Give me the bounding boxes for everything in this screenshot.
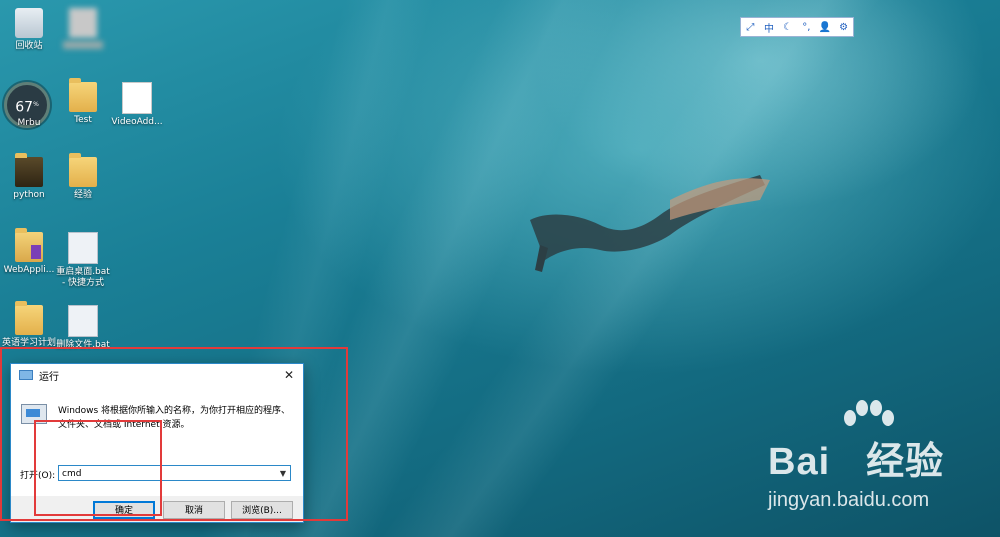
watermark-brand-cn: 经验 <box>866 441 945 483</box>
gear-icon[interactable]: ⚙ <box>837 22 851 33</box>
bat-file-icon <box>68 305 98 337</box>
desktop-icon-label <box>63 41 103 49</box>
chinese-mode-icon[interactable]: 中 <box>762 20 776 35</box>
document-icon <box>122 82 152 114</box>
desktop-icon-label: python <box>13 190 45 200</box>
desktop-icon-label: 经验 <box>73 190 92 200</box>
recycle-bin-icon <box>15 8 43 38</box>
watermark-url: jingyan.baidu.com <box>768 489 930 511</box>
desktop-icon-restart-bat[interactable]: 重启桌面.bat - 快捷方式 <box>54 232 112 289</box>
desktop-icon-blurred[interactable] <box>54 8 112 49</box>
blurred-file-icon <box>69 8 97 38</box>
desktop-icon-label: VideoAdd... <box>111 117 163 127</box>
desktop-icon-delete-bat[interactable]: 删除文件.bat <box>54 305 112 351</box>
desktop-icon-videoadd[interactable]: VideoAdd... <box>108 82 166 128</box>
diver-image <box>530 175 770 272</box>
folder-icon <box>69 153 97 187</box>
desktop-icon-label: Test <box>74 115 92 125</box>
visual-studio-icon <box>15 228 43 262</box>
desktop-icon-jingyan[interactable]: 经验 <box>54 153 112 201</box>
moon-icon[interactable]: ☾ <box>781 22 795 33</box>
desktop-icon-label: WebAppli... <box>3 265 55 275</box>
user-icon[interactable]: 👤 <box>818 22 832 33</box>
desktop-icon-test[interactable]: Test <box>54 78 112 126</box>
folder-icon <box>69 78 97 112</box>
desktop-icon-python[interactable]: python <box>0 153 58 201</box>
folder-icon <box>15 153 43 187</box>
folder-icon <box>15 301 43 335</box>
gauge-unit: % <box>33 101 39 108</box>
punctuation-icon[interactable]: °, <box>799 22 813 33</box>
desktop-icon-label: Mrbu <box>17 118 41 128</box>
desktop-icon-label: 重启桌面.bat - 快捷方式 <box>56 267 110 288</box>
desktop-icon-webappli[interactable]: WebAppli... <box>0 228 58 276</box>
paw-logo-icon <box>844 400 894 426</box>
highlight-box-inner <box>34 420 162 516</box>
bat-shortcut-icon <box>68 232 98 264</box>
watermark-brand-latin: Bai <box>768 441 831 483</box>
ime-toolbar: ⤢ 中 ☾ °, 👤 ⚙ <box>740 17 854 37</box>
desktop-icon-english[interactable]: 英语学习计划 <box>0 301 58 349</box>
gauge-value: 67 <box>15 99 34 116</box>
desktop-icon-label: 回收站 <box>15 41 43 51</box>
expand-icon[interactable]: ⤢ <box>743 22 757 33</box>
baidu-watermark: Bai 经验 jingyan.baidu.com <box>768 400 945 512</box>
desktop-icon-recycle-bin[interactable]: 回收站 <box>0 8 58 52</box>
desktop-icon-mrbu[interactable]: Mrbu <box>0 118 58 129</box>
